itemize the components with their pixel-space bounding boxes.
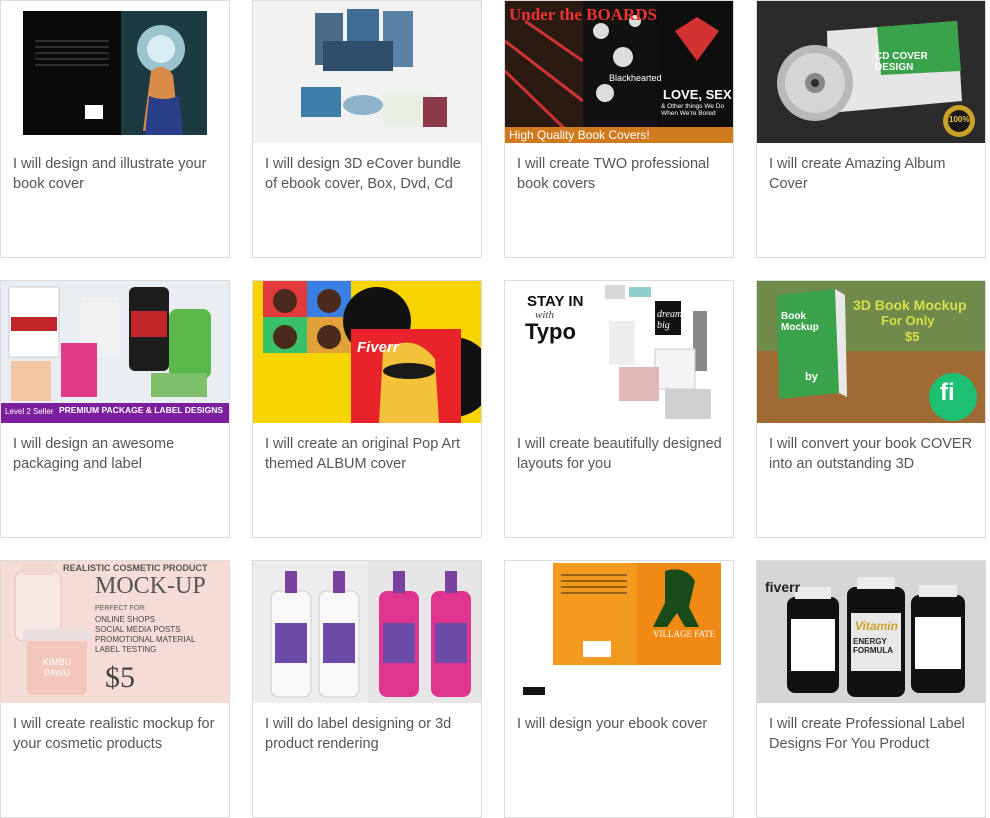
gig-title[interactable]: I will convert your book COVER into an o…: [769, 434, 975, 474]
gig-title[interactable]: I will create an original Pop Art themed…: [265, 434, 471, 474]
mockup-heading-text: REALISTIC COSMETIC PRODUCT: [63, 563, 208, 573]
mockup-heading-text: 3D Book Mockup: [853, 297, 967, 313]
fiverr-logo-text: fi: [940, 379, 955, 406]
gig-thumbnail[interactable]: REALISTIC COSMETIC PRODUCT MOCK-UP PERFE…: [1, 561, 229, 703]
book-title-text: VILLAGE FATE: [653, 629, 716, 639]
gig-card[interactable]: STAY IN with Typo dream big I will creat…: [504, 280, 734, 538]
gig-title[interactable]: I will create Amazing Album Cover: [769, 154, 975, 194]
mockup-heading-text: MOCK-UP: [95, 573, 206, 599]
gig-thumbnail[interactable]: Under the BOARDS Blackhearted LOVE, SEX …: [505, 1, 733, 143]
list-item: PROMOTIONAL MATERIAL: [95, 635, 196, 644]
book-title-text: Blackhearted: [609, 73, 662, 83]
mockup-heading-text: For Only: [881, 313, 935, 328]
gig-title[interactable]: I will create TWO professional book cove…: [517, 154, 723, 194]
book-subtitle-text: & Other things We Do When We're Bored: [661, 103, 725, 117]
gig-title[interactable]: I will design an awesome packaging and l…: [13, 434, 219, 474]
fiverr-logo-text: Fiverr: [357, 339, 399, 356]
price-text: $5: [105, 661, 135, 694]
poster-quote-text: dream big: [657, 309, 683, 331]
fiverr-logo-text: fiverr: [765, 579, 801, 595]
level-badge: Level 2 Seller: [5, 407, 54, 416]
gig-title[interactable]: I will create beautifully designed layou…: [517, 434, 723, 474]
gig-title[interactable]: I will design 3D eCover bundle of ebook …: [265, 154, 471, 194]
gig-thumbnail[interactable]: Fiverr: [253, 281, 481, 423]
gig-thumbnail[interactable]: CD COVER DESIGN 100%: [757, 1, 985, 143]
gig-card[interactable]: Level 2 Seller PREMIUM PACKAGE & LABEL D…: [0, 280, 230, 538]
gig-title[interactable]: I will design and illustrate your book c…: [13, 154, 219, 194]
ecover-bundle-image: [301, 9, 447, 127]
label-bottles-image: [270, 561, 481, 703]
banner-text: PREMIUM PACKAGE & LABEL DESIGNS: [59, 405, 224, 415]
gig-card[interactable]: I will design and illustrate your book c…: [0, 0, 230, 258]
list-item: ONLINE SHOPS: [95, 615, 156, 624]
mockup-label-text: PERFECT FOR:: [95, 605, 147, 612]
cd-cover-text: CD COVER DESIGN: [875, 51, 928, 73]
gig-title[interactable]: I will create Professional Label Designs…: [769, 714, 975, 754]
gig-card[interactable]: REALISTIC COSMETIC PRODUCT MOCK-UP PERFE…: [0, 560, 230, 818]
list-item: LABEL TESTING: [95, 645, 157, 654]
poster-heading-text: STAY IN: [527, 293, 584, 310]
gig-thumbnail[interactable]: VILLAGE FATE: [505, 561, 733, 703]
gig-card[interactable]: CD COVER DESIGN 100% I will create Amazi…: [756, 0, 986, 258]
poster-heading-text: Typo: [525, 319, 576, 344]
book-title-text: Under the BOARDS: [509, 5, 657, 24]
book-cover-illustration-image: [23, 11, 207, 135]
product-label-text: ENERGY FORMULA: [853, 637, 893, 655]
banner-text: High Quality Book Covers!: [509, 128, 650, 142]
gig-card[interactable]: Under the BOARDS Blackhearted LOVE, SEX …: [504, 0, 734, 258]
list-item: SOCIAL MEDIA POSTS: [95, 625, 181, 634]
use-case-list: ONLINE SHOPS SOCIAL MEDIA POSTS PROMOTIO…: [95, 615, 195, 655]
gig-thumbnail[interactable]: [253, 1, 481, 143]
guarantee-badge: 100%: [949, 115, 970, 124]
product-label-text: Vitamin: [855, 619, 898, 633]
gig-card[interactable]: I will do label designing or 3d product …: [252, 560, 482, 818]
gig-title[interactable]: I will create realistic mockup for your …: [13, 714, 219, 754]
packaging-image: [8, 286, 211, 401]
jar-label-text: KIMBU PAWU: [42, 657, 72, 678]
book-title-text: LOVE, SEX: [663, 87, 732, 102]
gig-grid: I will design and illustrate your book c…: [0, 0, 990, 818]
gig-title[interactable]: I will design your ebook cover: [517, 714, 723, 734]
gig-thumbnail[interactable]: fiverr Vitamin ENERGY FORMULA: [757, 561, 985, 703]
book-cover-text: Book Mockup: [781, 311, 819, 333]
gig-card[interactable]: Fiverr I will create an original Pop Art…: [252, 280, 482, 538]
book-cover-text: by: [805, 371, 818, 383]
gig-thumbnail[interactable]: [253, 561, 481, 703]
mockup-price-text: $5: [905, 329, 920, 344]
gig-title[interactable]: I will do label designing or 3d product …: [265, 714, 471, 754]
gig-card[interactable]: fiverr Vitamin ENERGY FORMULA I will cre…: [756, 560, 986, 818]
gig-card[interactable]: I will design 3D eCover bundle of ebook …: [252, 0, 482, 258]
gig-thumbnail[interactable]: 3D Book Mockup For Only $5 Book Mockup b…: [757, 281, 985, 423]
gig-thumbnail[interactable]: Level 2 Seller PREMIUM PACKAGE & LABEL D…: [1, 281, 229, 423]
gig-card[interactable]: VILLAGE FATE I will design your ebook co…: [504, 560, 734, 818]
gig-thumbnail[interactable]: STAY IN with Typo dream big: [505, 281, 733, 423]
gig-thumbnail[interactable]: [1, 1, 229, 143]
gig-card[interactable]: 3D Book Mockup For Only $5 Book Mockup b…: [756, 280, 986, 538]
